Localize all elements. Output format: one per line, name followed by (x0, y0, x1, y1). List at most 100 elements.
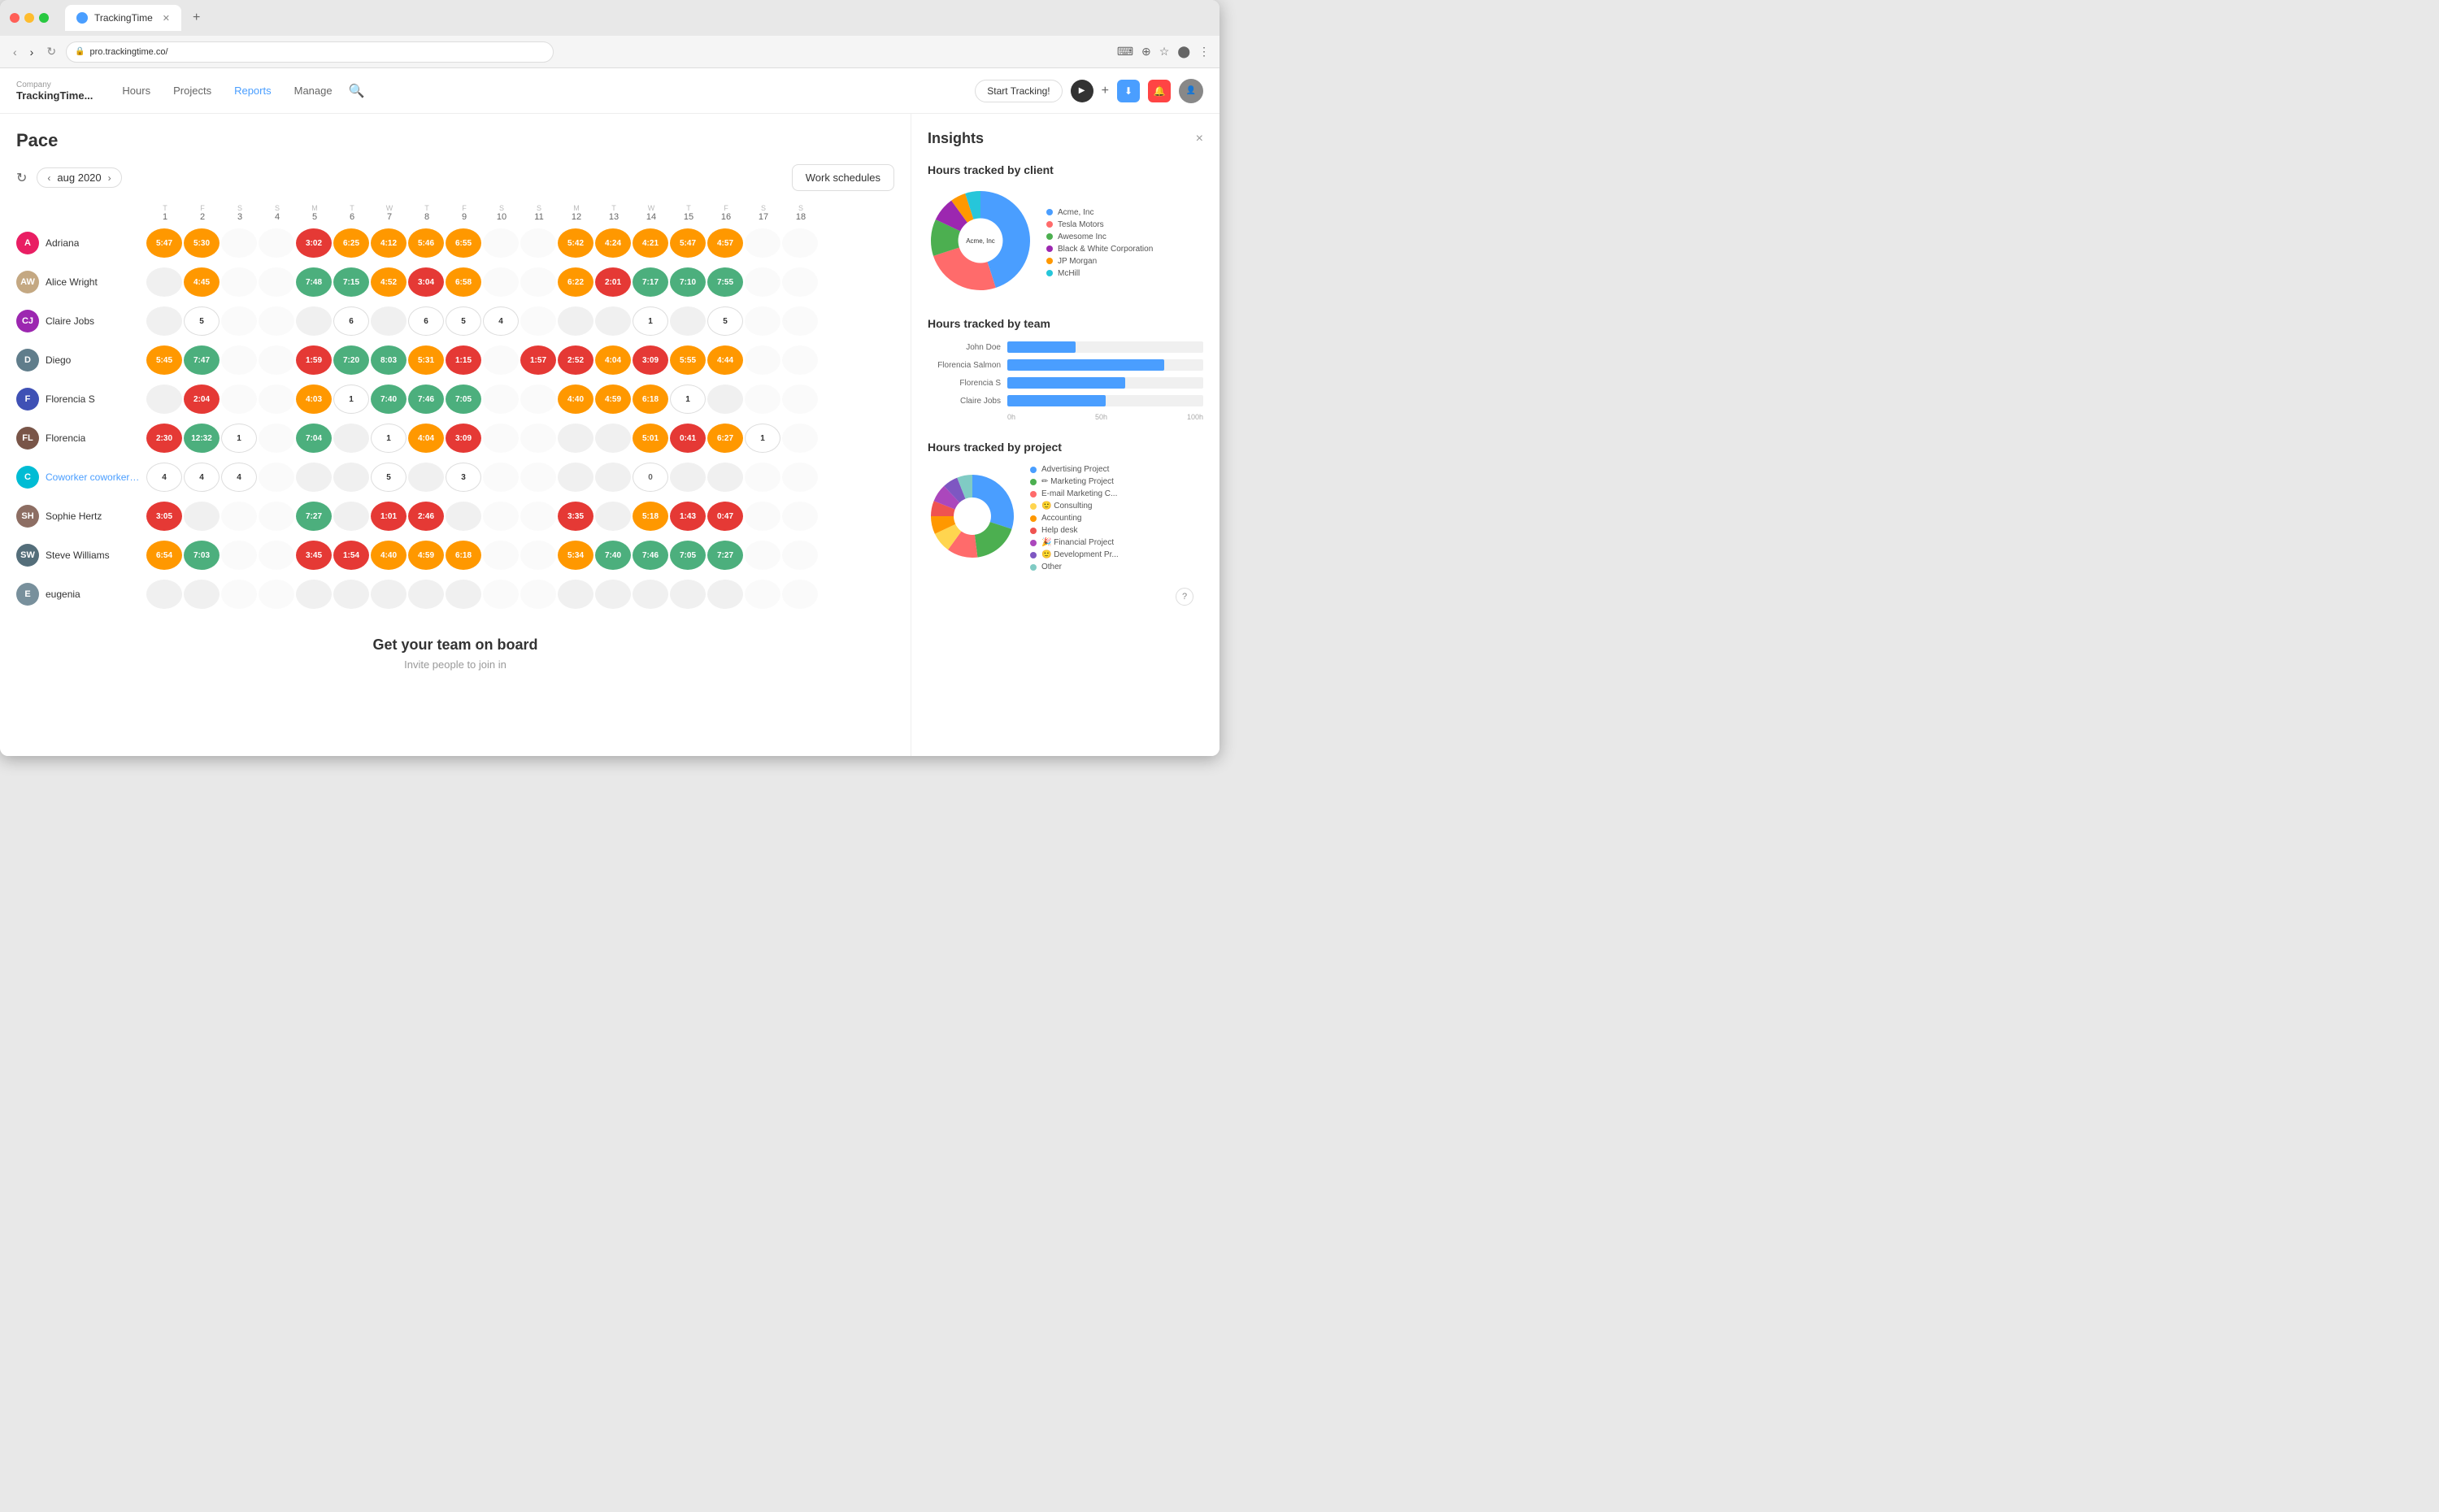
day-cell[interactable] (483, 580, 519, 609)
day-cell[interactable]: 5 (446, 306, 481, 336)
day-cell[interactable] (707, 580, 743, 609)
day-cell[interactable]: 1 (633, 306, 668, 336)
day-cell[interactable]: 3 (446, 463, 481, 492)
day-cell[interactable]: 4:44 (707, 345, 743, 375)
day-cell[interactable] (483, 267, 519, 297)
day-cell[interactable]: 5:42 (558, 228, 593, 258)
day-cell[interactable] (670, 306, 706, 336)
day-cell[interactable] (520, 463, 556, 492)
day-cell[interactable] (259, 345, 294, 375)
day-cell[interactable]: 7:04 (296, 424, 332, 453)
day-cell[interactable]: 7:05 (446, 385, 481, 414)
day-cell[interactable] (520, 502, 556, 531)
back-button[interactable]: ‹ (10, 42, 20, 62)
day-cell[interactable]: 4 (221, 463, 257, 492)
day-cell[interactable] (296, 580, 332, 609)
day-cell[interactable] (408, 463, 444, 492)
insights-close-btn[interactable]: × (1196, 132, 1203, 146)
day-cell[interactable]: 6:18 (446, 541, 481, 570)
plus-button[interactable]: + (1102, 84, 1109, 98)
day-cell[interactable] (333, 502, 369, 531)
day-cell[interactable] (296, 306, 332, 336)
day-cell[interactable] (782, 424, 818, 453)
day-cell[interactable] (520, 424, 556, 453)
day-cell[interactable] (221, 345, 257, 375)
person-name[interactable]: Florencia (46, 432, 85, 444)
day-cell[interactable] (184, 502, 220, 531)
nav-hours[interactable]: Hours (112, 78, 160, 103)
day-cell[interactable] (221, 541, 257, 570)
day-cell[interactable] (259, 424, 294, 453)
day-cell[interactable]: 4:40 (558, 385, 593, 414)
day-cell[interactable]: 2:52 (558, 345, 593, 375)
day-cell[interactable] (146, 267, 182, 297)
day-cell[interactable] (558, 306, 593, 336)
day-cell[interactable] (782, 385, 818, 414)
day-cell[interactable]: 7:47 (184, 345, 220, 375)
day-cell[interactable] (333, 580, 369, 609)
day-cell[interactable]: 4:12 (371, 228, 406, 258)
day-cell[interactable]: 7:27 (707, 541, 743, 570)
day-cell[interactable]: 2:01 (595, 267, 631, 297)
day-cell[interactable]: 4:40 (371, 541, 406, 570)
day-cell[interactable] (520, 580, 556, 609)
day-cell[interactable] (558, 463, 593, 492)
day-cell[interactable]: 5:30 (184, 228, 220, 258)
day-cell[interactable] (483, 345, 519, 375)
day-cell[interactable] (745, 228, 780, 258)
day-cell[interactable]: 4:03 (296, 385, 332, 414)
start-tracking-button[interactable]: Start Tracking! (975, 80, 1062, 102)
day-cell[interactable] (745, 267, 780, 297)
day-cell[interactable] (446, 502, 481, 531)
day-cell[interactable]: 1 (745, 424, 780, 453)
day-cell[interactable] (221, 228, 257, 258)
star-icon[interactable]: ☆ (1159, 45, 1170, 59)
day-cell[interactable]: 6:18 (633, 385, 668, 414)
day-cell[interactable] (633, 580, 668, 609)
search-icon[interactable]: 🔍 (349, 83, 365, 99)
day-cell[interactable] (745, 306, 780, 336)
person-name[interactable]: eugenia (46, 589, 80, 600)
maximize-dot[interactable] (39, 13, 49, 23)
day-cell[interactable] (782, 306, 818, 336)
day-cell[interactable]: 5 (184, 306, 220, 336)
day-cell[interactable]: 7:40 (371, 385, 406, 414)
day-cell[interactable]: 7:46 (633, 541, 668, 570)
day-cell[interactable] (371, 306, 406, 336)
day-cell[interactable]: 1:15 (446, 345, 481, 375)
day-cell[interactable] (146, 580, 182, 609)
person-name[interactable]: Adriana (46, 237, 79, 249)
day-cell[interactable] (595, 306, 631, 336)
refresh-pace-btn[interactable]: ↻ (16, 170, 27, 186)
day-cell[interactable]: 7:05 (670, 541, 706, 570)
day-cell[interactable]: 4:04 (595, 345, 631, 375)
help-button[interactable]: ? (1176, 588, 1193, 606)
day-cell[interactable]: 0:47 (707, 502, 743, 531)
person-name[interactable]: Steve Williams (46, 550, 110, 561)
nav-projects[interactable]: Projects (163, 78, 221, 103)
day-cell[interactable] (745, 463, 780, 492)
day-cell[interactable] (595, 502, 631, 531)
day-cell[interactable]: 12:32 (184, 424, 220, 453)
day-cell[interactable]: 6:55 (446, 228, 481, 258)
day-cell[interactable] (221, 306, 257, 336)
day-cell[interactable]: 7:46 (408, 385, 444, 414)
person-name[interactable]: Alice Wright (46, 276, 98, 288)
day-cell[interactable] (745, 541, 780, 570)
day-cell[interactable] (782, 580, 818, 609)
day-cell[interactable] (670, 463, 706, 492)
day-cell[interactable]: 2:30 (146, 424, 182, 453)
day-cell[interactable]: 2:46 (408, 502, 444, 531)
close-dot[interactable] (10, 13, 20, 23)
day-cell[interactable] (259, 502, 294, 531)
work-schedules-button[interactable]: Work schedules (792, 164, 894, 191)
menu-icon[interactable]: ⋮ (1198, 45, 1210, 59)
day-cell[interactable]: 4:59 (595, 385, 631, 414)
nav-reports[interactable]: Reports (224, 78, 281, 103)
day-cell[interactable]: 5:47 (146, 228, 182, 258)
refresh-button[interactable]: ↻ (43, 41, 59, 62)
day-cell[interactable]: 3:05 (146, 502, 182, 531)
day-cell[interactable] (446, 580, 481, 609)
day-cell[interactable] (782, 541, 818, 570)
day-cell[interactable] (782, 345, 818, 375)
